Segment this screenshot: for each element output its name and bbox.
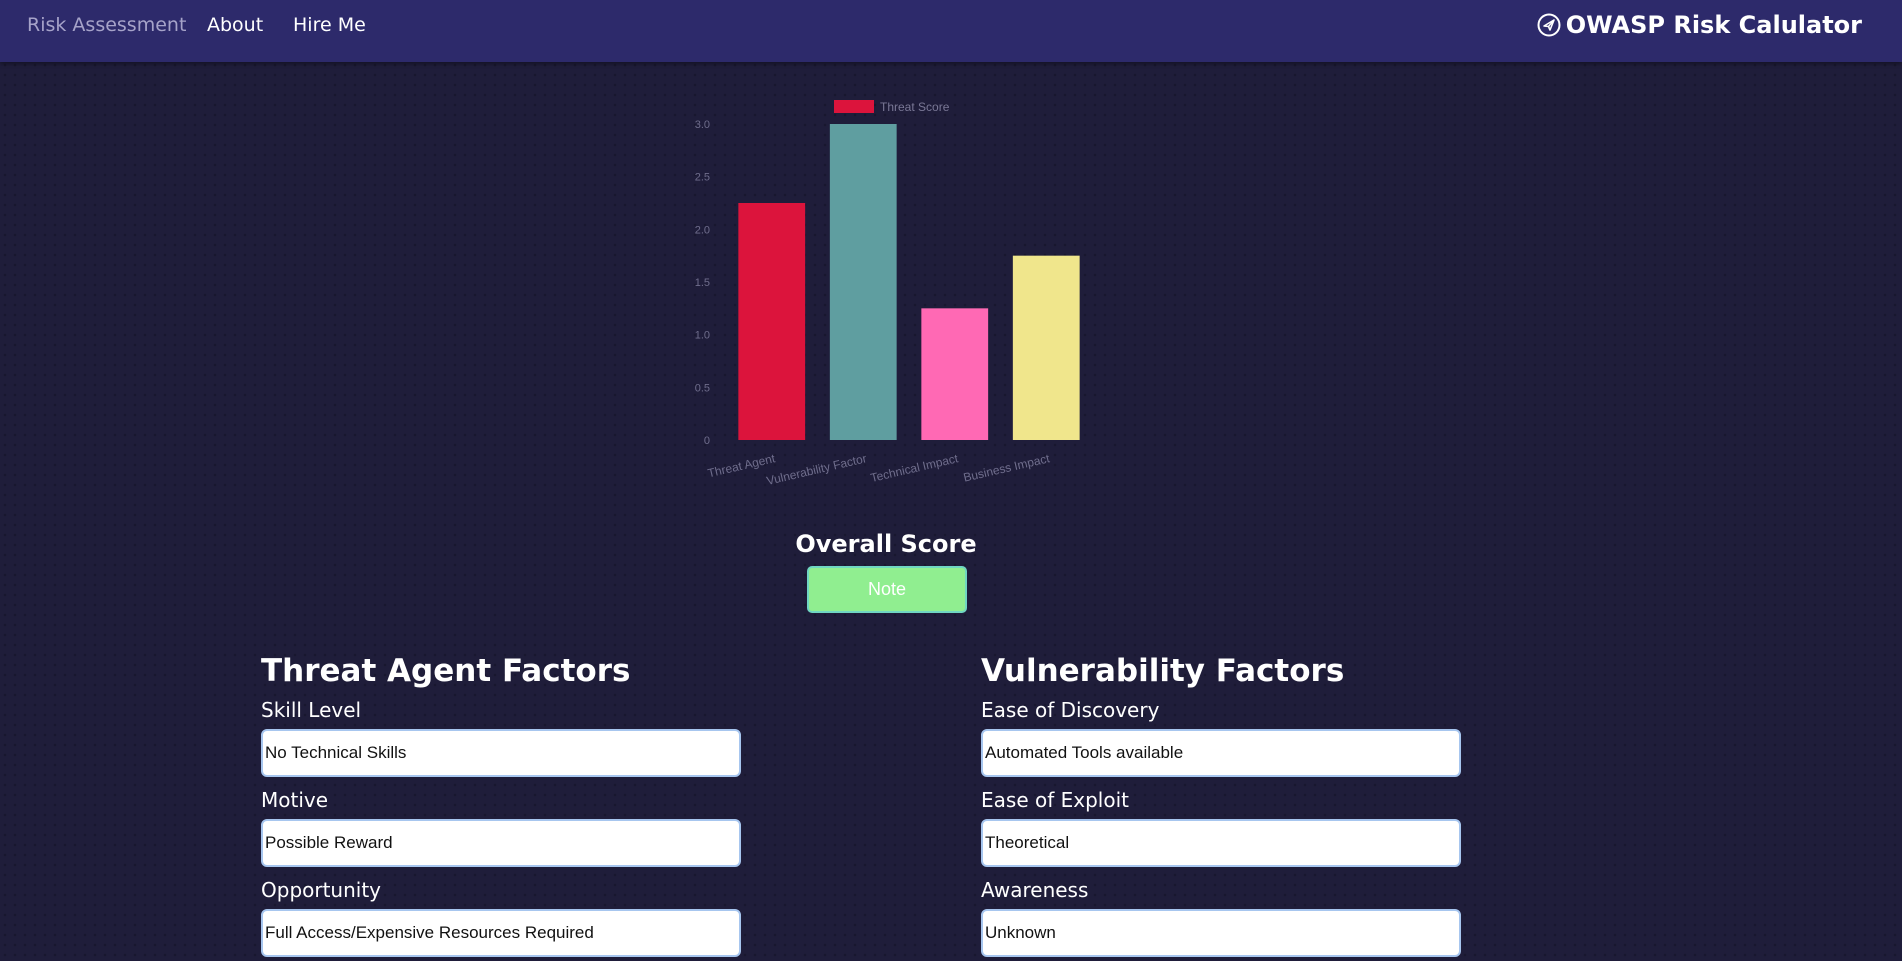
ease-of-discovery-select[interactable]: Automated Tools available [981,729,1461,777]
opportunity-select[interactable]: Full Access/Expensive Resources Required [261,909,741,957]
vulnerability-factors-title: Vulnerability Factors [981,653,1345,689]
ease-of-discovery-label: Ease of Discovery [981,698,1160,722]
motive-select[interactable]: Possible Reward [261,819,741,867]
y-tick-label: 2.0 [695,224,710,236]
legend-swatch [834,100,874,113]
skill-level-select[interactable]: No Technical Skills [261,729,741,777]
field-ease-of-exploit: Ease of Exploit Theoretical [981,787,1461,872]
threat-agent-factors-title: Threat Agent Factors [261,653,631,689]
overall-score-note-button[interactable]: Note [807,566,967,613]
nav-link-hire-me[interactable]: Hire Me [293,14,366,36]
ease-of-exploit-select[interactable]: Theoretical [981,819,1461,867]
field-opportunity: Opportunity Full Access/Expensive Resour… [261,877,741,961]
awareness-select[interactable]: Unknown [981,909,1461,957]
y-tick-label: 0 [704,435,710,447]
brand-title: OWASP Risk Calulator [1565,11,1862,39]
overall-score-title: Overall Score [795,530,977,558]
nav-link-about[interactable]: About [207,14,263,36]
y-tick-label: 2.5 [695,172,710,184]
field-motive: Motive Possible Reward [261,787,741,872]
legend-label: Threat Score [880,100,950,114]
ease-of-exploit-label: Ease of Exploit [981,788,1129,812]
field-skill-level: Skill Level No Technical Skills [261,697,741,782]
motive-label: Motive [261,788,329,812]
x-tick-label: Technical Impact [869,451,960,485]
bar-vulnerability-factor [829,124,897,440]
skill-level-label: Skill Level [261,698,362,722]
bar-business-impact [1012,255,1080,440]
x-tick-label: Business Impact [962,451,1052,485]
y-tick-label: 0.5 [695,382,710,394]
bar-technical-impact [921,308,989,440]
bar-threat-agent [738,203,806,440]
y-tick-label: 1.0 [695,330,710,342]
awareness-label: Awareness [981,878,1089,902]
threat-score-bar-chart: Threat Score 0 0.5 1.0 1.5 2.0 2.5 3.0 Threat Ag… [680,92,1100,492]
opportunity-label: Opportunity [261,878,382,902]
threat-agent-factors-section: Threat Agent Factors Skill Level No Tech… [261,650,741,961]
paper-plane-circle-icon [1536,12,1562,38]
y-tick-label: 3.0 [695,119,710,131]
vulnerability-factors-section: Vulnerability Factors Ease of Discovery … [981,650,1461,961]
x-tick-label: Vulnerability Factor [765,451,868,488]
field-awareness: Awareness Unknown [981,877,1461,961]
top-navbar: Risk Assessment About Hire Me OWASP Risk… [0,0,1902,62]
chart-svg: Threat Score00.51.01.52.02.53.0Threat Ag… [695,100,1080,488]
field-ease-of-discovery: Ease of Discovery Automated Tools availa… [981,697,1461,782]
brand-logo[interactable]: OWASP Risk Calulator [1536,11,1862,39]
nav-link-risk-assessment[interactable]: Risk Assessment [27,14,186,36]
y-tick-label: 1.5 [695,277,710,289]
